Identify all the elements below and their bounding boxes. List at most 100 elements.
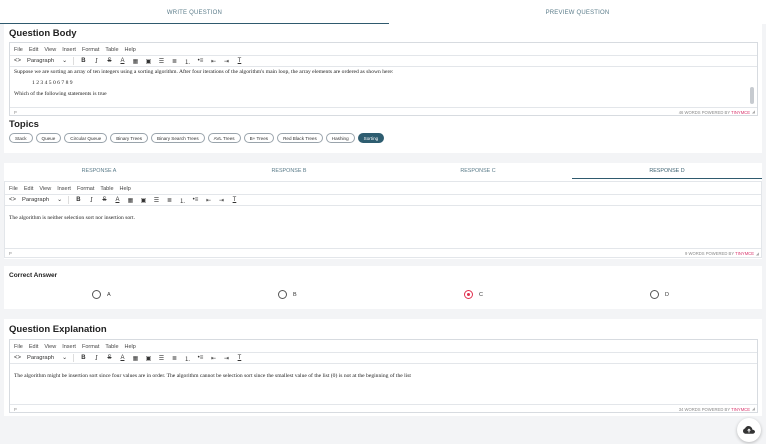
menu-view[interactable]: View xyxy=(44,344,56,350)
answer-option-b[interactable]: B xyxy=(278,290,297,299)
bold-button[interactable]: B xyxy=(80,56,87,66)
topic-chip-queue[interactable]: Queue xyxy=(35,133,62,143)
align-left-icon[interactable]: ☰ xyxy=(158,56,165,66)
radio-c-selected[interactable] xyxy=(464,290,473,299)
image-icon[interactable]: ▣ xyxy=(140,195,147,205)
topic-chip-sorting[interactable]: Sorting xyxy=(357,133,385,143)
clear-formatting-icon[interactable]: T xyxy=(231,195,238,205)
topic-chip-b-plus-trees[interactable]: B+ Trees xyxy=(243,133,275,143)
outdent-icon[interactable]: ⇤ xyxy=(210,353,217,363)
indent-icon[interactable]: ⇥ xyxy=(223,353,230,363)
menu-view[interactable]: View xyxy=(39,186,51,192)
cloud-upload-button[interactable] xyxy=(737,418,761,442)
bullet-list-icon[interactable]: •≡ xyxy=(197,56,204,66)
indent-icon[interactable]: ⇥ xyxy=(223,56,230,66)
radio-d[interactable] xyxy=(650,290,659,299)
menu-help[interactable]: Help xyxy=(125,344,136,350)
outdent-icon[interactable]: ⇤ xyxy=(210,56,217,66)
numbered-list-icon[interactable]: ⒈ xyxy=(184,353,191,363)
source-code-icon[interactable]: <> xyxy=(9,195,16,205)
image-icon[interactable]: ▣ xyxy=(145,353,152,363)
strikethrough-button[interactable]: S xyxy=(106,56,113,66)
tinymce-link[interactable]: TINYMCE xyxy=(731,110,750,115)
align-left-icon[interactable]: ☰ xyxy=(158,353,165,363)
question-body-editor[interactable]: File Edit View Insert Format Table Help … xyxy=(9,42,758,116)
image-icon[interactable]: ▣ xyxy=(145,56,152,66)
numbered-list-icon[interactable]: ⒈ xyxy=(179,195,186,205)
menu-format[interactable]: Format xyxy=(77,186,94,192)
paragraph-select[interactable]: Paragraph ⌄ xyxy=(27,58,67,64)
response-editor[interactable]: File Edit View Insert Format Table Help … xyxy=(4,181,762,258)
answer-option-a[interactable]: A xyxy=(92,290,111,299)
menu-table[interactable]: Table xyxy=(105,47,118,53)
tab-preview-question[interactable]: PREVIEW QUESTION xyxy=(389,0,766,24)
tinymce-link[interactable]: TINYMCE xyxy=(735,251,754,256)
align-justify-icon[interactable]: ≣ xyxy=(166,195,173,205)
menu-file[interactable]: File xyxy=(14,344,23,350)
source-code-icon[interactable]: <> xyxy=(14,56,21,66)
tab-response-b[interactable]: RESPONSE B xyxy=(194,163,384,179)
background-color-icon[interactable]: ▦ xyxy=(132,353,139,363)
topic-chip-circular-queue[interactable]: Circular Queue xyxy=(64,133,108,143)
bold-button[interactable]: B xyxy=(75,195,82,205)
outdent-icon[interactable]: ⇤ xyxy=(205,195,212,205)
bullet-list-icon[interactable]: •≡ xyxy=(192,195,199,205)
align-justify-icon[interactable]: ≣ xyxy=(171,353,178,363)
bold-button[interactable]: B xyxy=(80,353,87,363)
menu-view[interactable]: View xyxy=(44,47,56,53)
menu-insert[interactable]: Insert xyxy=(62,344,76,350)
bullet-list-icon[interactable]: •≡ xyxy=(197,353,204,363)
topic-chip-binary-search-trees[interactable]: Binary Search Trees xyxy=(151,133,205,143)
numbered-list-icon[interactable]: ⒈ xyxy=(184,56,191,66)
menu-edit[interactable]: Edit xyxy=(29,47,38,53)
menu-edit[interactable]: Edit xyxy=(24,186,33,192)
resize-handle-icon[interactable]: ◢ xyxy=(752,109,755,114)
tab-write-question[interactable]: WRITE QUESTION xyxy=(0,0,389,24)
radio-a[interactable] xyxy=(92,290,101,299)
background-color-icon[interactable]: ▦ xyxy=(132,56,139,66)
clear-formatting-icon[interactable]: T xyxy=(236,353,243,363)
text-color-button[interactable]: A xyxy=(119,56,126,66)
topic-chip-stack[interactable]: Stack xyxy=(9,133,33,143)
menu-file[interactable]: File xyxy=(9,186,18,192)
source-code-icon[interactable]: <> xyxy=(14,353,21,363)
paragraph-select[interactable]: Paragraph ⌄ xyxy=(27,355,67,361)
italic-button[interactable]: I xyxy=(93,353,100,363)
menu-help[interactable]: Help xyxy=(125,47,136,53)
clear-formatting-icon[interactable]: T xyxy=(236,56,243,66)
explanation-content[interactable]: The algorithm might be insertion sort si… xyxy=(14,372,745,380)
answer-option-d[interactable]: D xyxy=(650,290,669,299)
tab-response-c[interactable]: RESPONSE C xyxy=(384,163,572,179)
tinymce-link[interactable]: TINYMCE xyxy=(731,407,750,412)
menu-format[interactable]: Format xyxy=(82,47,99,53)
strikethrough-button[interactable]: S xyxy=(101,195,108,205)
indent-icon[interactable]: ⇥ xyxy=(218,195,225,205)
explanation-editor[interactable]: File Edit View Insert Format Table Help … xyxy=(9,339,758,413)
italic-button[interactable]: I xyxy=(93,56,100,66)
topic-chip-red-black-trees[interactable]: Red Black Trees xyxy=(277,133,323,143)
text-color-button[interactable]: A xyxy=(114,195,121,205)
answer-option-c[interactable]: C xyxy=(464,290,483,299)
menu-table[interactable]: Table xyxy=(105,344,118,350)
menu-insert[interactable]: Insert xyxy=(62,47,76,53)
resize-handle-icon[interactable]: ◢ xyxy=(756,251,759,256)
menu-insert[interactable]: Insert xyxy=(57,186,71,192)
text-color-button[interactable]: A xyxy=(119,353,126,363)
scrollbar-thumb[interactable] xyxy=(750,87,754,104)
italic-button[interactable]: I xyxy=(88,195,95,205)
resize-handle-icon[interactable]: ◢ xyxy=(752,406,755,411)
radio-b[interactable] xyxy=(278,290,287,299)
paragraph-select[interactable]: Paragraph ⌄ xyxy=(22,197,62,203)
topic-chip-binary-trees[interactable]: Binary Trees xyxy=(110,133,148,143)
response-content[interactable]: The algorithm is neither selection sort … xyxy=(9,214,749,222)
align-justify-icon[interactable]: ≣ xyxy=(171,56,178,66)
align-left-icon[interactable]: ☰ xyxy=(153,195,160,205)
question-body-content[interactable]: Suppose we are sorting an array of ten i… xyxy=(14,68,745,98)
menu-table[interactable]: Table xyxy=(100,186,113,192)
menu-edit[interactable]: Edit xyxy=(29,344,38,350)
topic-chip-avl-trees[interactable]: AVL Trees xyxy=(207,133,241,143)
menu-format[interactable]: Format xyxy=(82,344,99,350)
background-color-icon[interactable]: ▦ xyxy=(127,195,134,205)
strikethrough-button[interactable]: S xyxy=(106,353,113,363)
tab-response-d[interactable]: RESPONSE D xyxy=(572,163,762,179)
